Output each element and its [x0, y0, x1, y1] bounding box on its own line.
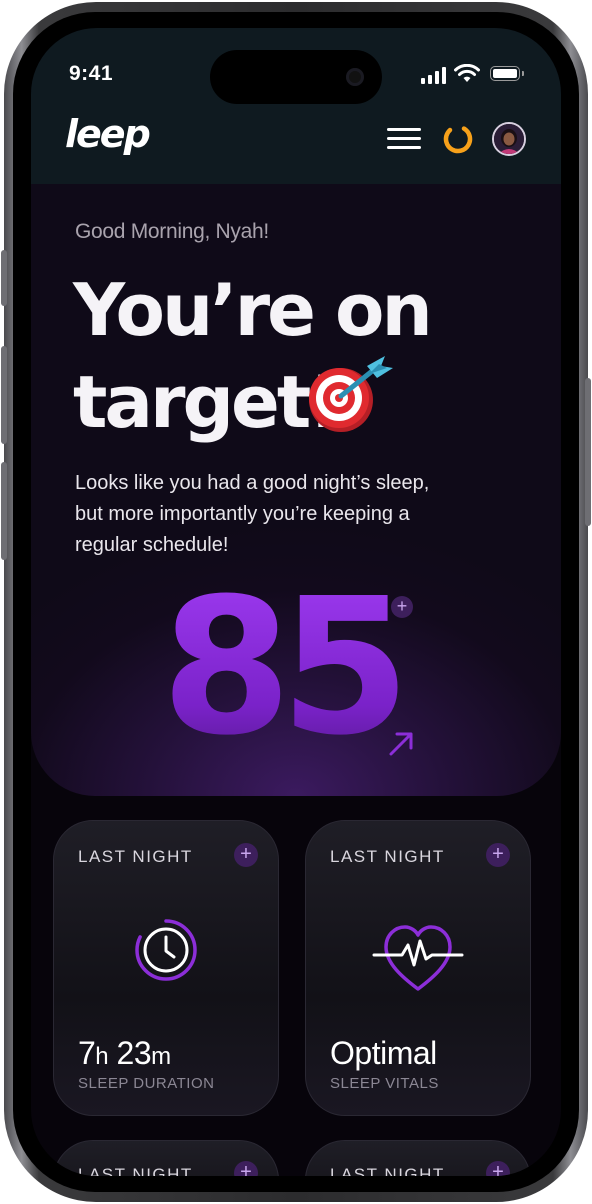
sleep-progress-ring-icon[interactable] — [441, 122, 475, 156]
card-label: LAST NIGHT — [330, 1165, 445, 1176]
heart-pulse-icon — [372, 925, 464, 991]
card-plus-button[interactable]: + — [234, 1161, 258, 1176]
card-caption: SLEEP DURATION — [78, 1075, 215, 1092]
phone-bezel: 9:41 leep Good Morning, Nyah! You’re on … — [13, 12, 579, 1192]
clock-icon — [135, 919, 197, 981]
greeting-text: Good Morning, Nyah! — [75, 220, 269, 243]
card-plus-button[interactable]: + — [486, 843, 510, 867]
sleep-duration-card[interactable]: LAST NIGHT + 7h 23m SLEEP DURATION — [53, 820, 279, 1116]
wifi-icon — [454, 64, 480, 82]
power-button — [585, 378, 591, 526]
status-bar: 9:41 — [31, 28, 561, 106]
summary-text: Looks like you had a good night’s sleep,… — [75, 472, 430, 556]
sleep-vitals-card[interactable]: LAST NIGHT + Optimal SLEEP VITALS — [305, 820, 531, 1116]
app-header: leep — [31, 106, 561, 184]
stat-card-3[interactable]: LAST NIGHT + — [53, 1140, 279, 1176]
stat-card-4[interactable]: LAST NIGHT + — [305, 1140, 531, 1176]
sleep-vitals-value: Optimal — [330, 1035, 437, 1071]
cellular-signal-icon — [421, 66, 446, 84]
score-plus-button[interactable]: + — [391, 596, 413, 618]
volume-up-button — [1, 346, 7, 444]
card-label: LAST NIGHT — [330, 847, 445, 866]
arrow-up-right-icon — [389, 732, 413, 756]
battery-icon — [490, 66, 520, 81]
action-button — [1, 250, 7, 306]
sleep-score-hero: Good Morning, Nyah! You’re on target! Lo… — [31, 184, 561, 796]
card-plus-button[interactable]: + — [234, 843, 258, 867]
card-plus-button[interactable]: + — [486, 1161, 510, 1176]
volume-down-button — [1, 462, 7, 560]
screen: 9:41 leep Good Morning, Nyah! You’re on … — [31, 28, 561, 1176]
card-label: LAST NIGHT — [78, 847, 193, 866]
hamburger-menu-icon[interactable] — [387, 128, 421, 150]
sleep-duration-value: 7h 23m — [78, 1035, 171, 1071]
headline-line-1: You’re on — [73, 268, 433, 352]
avatar[interactable] — [492, 122, 526, 156]
app-logo: leep — [65, 112, 151, 156]
dynamic-island — [210, 50, 382, 104]
front-camera — [346, 68, 364, 86]
battery-tip — [522, 71, 524, 76]
card-label: LAST NIGHT — [78, 1165, 193, 1176]
status-time: 9:41 — [69, 62, 114, 85]
avatar-portrait-icon — [494, 124, 524, 154]
card-caption: SLEEP VITALS — [330, 1075, 439, 1092]
sleep-score-value: 85 — [161, 558, 411, 777]
bullseye-dart-icon — [309, 356, 393, 432]
